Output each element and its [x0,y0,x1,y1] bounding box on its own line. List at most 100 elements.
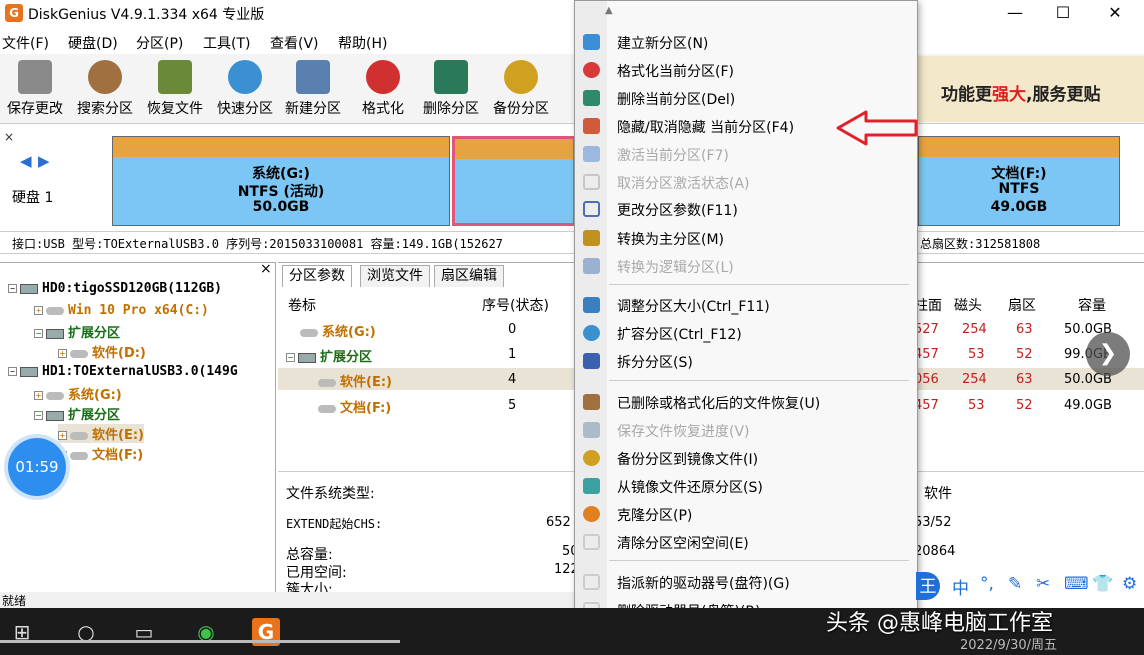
table-row[interactable]: − 扩展分区 [286,346,372,365]
menu-restore-from-image[interactable]: 从镜像文件还原分区(S) [575,473,917,499]
trash-icon [583,90,600,106]
tree-node-c[interactable]: + Win 10 Pro x64(C:) [34,303,209,318]
menu-help[interactable]: 帮助(H) [338,33,387,53]
menu-file[interactable]: 文件(F) [2,33,49,53]
menu-split-partition[interactable]: 拆分分区(S) [575,348,917,374]
quick-partition-button[interactable]: 快速分区 [210,58,280,122]
col-cylinder[interactable]: 柱面 [914,295,942,315]
menu-tools[interactable]: 工具(T) [203,33,250,53]
video-progress-bar[interactable] [0,640,400,643]
next-disk-icon[interactable]: ▶ [38,152,50,170]
ime-toolbar: 王 中 °, ✎ ✂ ⌨ 👕 ⚙ [916,572,1144,600]
menu-recover-files[interactable]: 已删除或格式化后的文件恢复(U) [575,389,917,415]
tab-browse-files[interactable]: 浏览文件 [360,265,430,287]
tab-partition-params[interactable]: 分区参数 [282,265,352,287]
tree-node-d[interactable]: + 软件(D:) [58,342,146,361]
menu-deactivate-partition[interactable]: 取消分区激活状态(A) [575,169,917,195]
tree-close-icon[interactable]: × [260,261,272,277]
ime-skin-icon[interactable]: 👕 [1092,574,1113,594]
restore-icon [583,478,600,494]
disk-tree: × − HD0:tigoSSD120GB(112GB) + Win 10 Pro x… [0,261,276,592]
col-label[interactable]: 卷标 [288,295,316,315]
table-row[interactable]: 软件(E:) [318,371,392,390]
tree-node-hd0[interactable]: − HD0:tigoSSD120GB(112GB) [8,281,222,296]
menu-disk[interactable]: 硬盘(D) [68,33,118,53]
menu-save-recovery-progress[interactable]: 保存文件恢复进度(V) [575,417,917,443]
row-index: 5 [508,398,517,413]
menu-partition[interactable]: 分区(P) [136,33,183,53]
hdd-icon [46,410,64,421]
menu-extend-partition[interactable]: 扩容分区(Ctrl_F12) [575,320,917,346]
disk-label: 硬盘 1 [12,190,54,206]
partition-name: 系统(G:) [252,166,310,182]
tree-node-extended[interactable]: − 扩展分区 [34,322,120,341]
menu-change-params[interactable]: 更改分区参数(F11) [575,196,917,222]
menu-wipe-free-space[interactable]: 清除分区空闲空间(E) [575,529,917,555]
volume-icon [46,306,64,315]
chs-value: 652 [546,515,571,530]
wipe-icon [583,534,600,550]
new-partition-button[interactable]: 新建分区 [278,58,348,122]
ime-logo-icon[interactable]: 王 [916,572,940,600]
menu-to-logical[interactable]: 转换为逻辑分区(L) [575,253,917,279]
ime-punctuation-icon[interactable]: °, [980,574,994,594]
format-button[interactable]: 格式化 [348,58,418,122]
video-next-button[interactable]: ❯ [1086,332,1130,376]
tree-node-e[interactable]: + 软件(E:) [58,424,144,443]
fs-type-label: 文件系统类型: [286,486,375,502]
menu-resize-partition[interactable]: 调整分区大小(Ctrl_F11) [575,292,917,318]
close-icon[interactable]: × [4,130,14,144]
col-capacity[interactable]: 容量 [1078,295,1106,315]
menu-backup-to-image[interactable]: 备份分区到镜像文件(I) [575,445,917,471]
menu-view[interactable]: 查看(V) [270,33,319,53]
table-row[interactable]: 系统(G:) [300,321,376,340]
minimize-button[interactable]: — [992,0,1038,28]
split-icon [583,353,600,369]
ime-pen-icon[interactable]: ✎ [1008,574,1022,594]
disk-info-right: 总扇区数:312581808 [920,237,1041,251]
table-row[interactable]: 文档(F:) [318,397,391,416]
ime-chinese-toggle[interactable]: 中 [952,574,969,599]
col-index[interactable]: 序号(状态) [482,295,549,315]
col-sector[interactable]: 扇区 [1008,295,1036,315]
promo-banner: 功能更强大,服务更贴 [905,56,1144,122]
search-partition-label: 搜索分区 [77,101,133,117]
col-head[interactable]: 磁头 [954,295,982,315]
maximize-button[interactable]: ☐ [1040,0,1086,28]
tab-sector-edit[interactable]: 扇区编辑 [434,265,504,287]
menu-format-partition[interactable]: 格式化当前分区(F) [575,57,917,83]
save-changes-button[interactable]: 保存更改 [0,58,70,122]
menu-to-primary[interactable]: 转换为主分区(M) [575,225,917,251]
tree-node-extended-2[interactable]: − 扩展分区 [34,404,120,423]
tree-node-g[interactable]: + 系统(G:) [34,384,122,403]
ime-keyboard-icon[interactable]: ⌨ [1064,574,1089,594]
search-partition-button[interactable]: 搜索分区 [70,58,140,122]
partition-block-documents[interactable]: 文档(F:) NTFS 49.0GB [918,136,1120,226]
hdd-icon [46,328,64,339]
scroll-up-icon[interactable]: ▲ [605,5,613,16]
tree-node-f[interactable]: +文档(F:) [58,444,143,463]
ime-scissors-icon[interactable]: ✂ [1036,574,1050,594]
clone-icon [583,506,600,522]
menu-delete-partition[interactable]: 删除当前分区(Del) [575,85,917,111]
row-sector: 52 [1016,398,1033,413]
backup-partition-button[interactable]: 备份分区 [486,58,556,122]
menu-clone-partition[interactable]: 克隆分区(P) [575,501,917,527]
menu-assign-drive-letter[interactable]: 指派新的驱动器号(盘符)(G) [575,569,917,595]
window-title: DiskGenius V4.9.1.334 x64 专业版 [28,7,265,23]
disk-info-left: 接口:USB 型号:TOExternalUSB3.0 序列号:201503310… [12,237,503,251]
recover-files-button[interactable]: 恢复文件 [140,58,210,122]
delete-partition-button[interactable]: 删除分区 [416,58,486,122]
prev-disk-icon[interactable]: ◀ [20,152,32,170]
ime-settings-icon[interactable]: ⚙ [1122,574,1137,594]
row-capacity: 49.0GB [1064,398,1112,413]
partition-block-software[interactable] [452,136,576,226]
close-button[interactable]: ✕ [1092,0,1138,28]
tree-node-hd1[interactable]: − HD1:TOExternalUSB3.0(149G [8,364,238,379]
title-bar: G DiskGenius V4.9.1.334 x64 专业版 — ☐ ✕ [0,0,1144,28]
partition-block-system[interactable]: 系统(G:) NTFS (活动) 50.0GB [112,136,450,226]
partition-name: 文档(F:) [991,166,1047,182]
menu-new-partition[interactable]: 建立新分区(N) [575,29,917,55]
partition-context-menu: ▲ 建立新分区(N) 格式化当前分区(F) 删除当前分区(Del) 隐藏/取消隐… [574,0,918,645]
disc-icon [228,60,262,94]
